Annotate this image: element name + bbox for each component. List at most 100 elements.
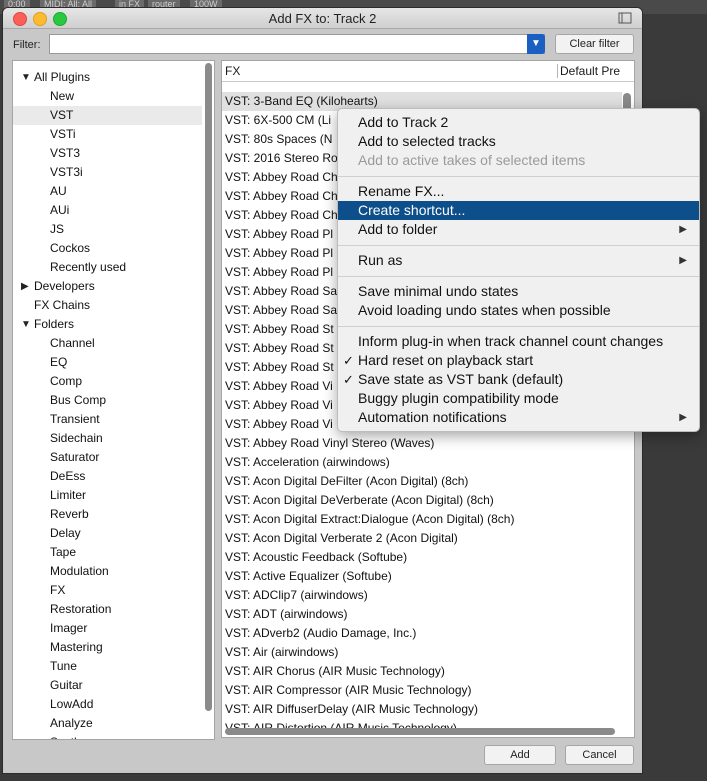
tree-item-label: Recently used (50, 260, 127, 274)
fx-list-row[interactable]: VST: Acon Digital DeVerberate (Acon Digi… (222, 491, 622, 510)
filter-label: Filter: (13, 39, 41, 51)
fx-list-row[interactable]: VST: Acon Digital DeFilter (Acon Digital… (222, 472, 622, 491)
menu-item[interactable]: ✓ Save state as VST bank (default) (338, 370, 699, 389)
tree-item[interactable]: Tape (13, 543, 202, 562)
column-header-default-preset[interactable]: Default Pre (560, 61, 632, 81)
tree-item[interactable]: ▼ All Plugins (13, 68, 202, 87)
tree-item[interactable]: FX Chains (13, 296, 202, 315)
tree-scrollbar-thumb[interactable] (205, 63, 212, 711)
tree-item[interactable]: New (13, 87, 202, 106)
tree-item[interactable]: ▶ Developers (13, 277, 202, 296)
tree-item-label: Transient (50, 412, 100, 426)
tree-item[interactable]: VST (13, 106, 202, 125)
menu-item-label: Add to active takes of selected items (358, 152, 586, 168)
tree-item[interactable]: Bus Comp (13, 391, 202, 410)
category-tree: ▼ All Plugins New VST VSTi VST3 VST3i AU AUi JS Co… (12, 60, 215, 740)
tree-item-label: VST (50, 108, 74, 122)
tree-item[interactable]: VST3 (13, 144, 202, 163)
fx-list-row[interactable]: VST: ADverb2 (Audio Damage, Inc.) (222, 624, 622, 643)
menu-item[interactable]: Inform plug-in when track channel count … (338, 332, 699, 351)
tree-item-label: Channel (50, 336, 95, 350)
tree-item[interactable]: DeEss (13, 467, 202, 486)
tree-item[interactable]: Tune (13, 657, 202, 676)
menu-item[interactable]: ✓ Hard reset on playback start (338, 351, 699, 370)
tree-item-label: Comp (50, 374, 83, 388)
cancel-button[interactable]: Cancel (565, 745, 634, 765)
fx-list-row[interactable]: VST: Acon Digital Verberate 2 (Acon Digi… (222, 529, 622, 548)
tree-item[interactable]: Recently used (13, 258, 202, 277)
menu-item[interactable]: Automation notifications ▶ (338, 408, 699, 427)
fx-list-header: FX Default Pre (222, 61, 634, 82)
tree-item[interactable]: Mastering (13, 638, 202, 657)
tree-item[interactable]: JS (13, 220, 202, 239)
tree-item[interactable]: Cockos (13, 239, 202, 258)
chevron-down-icon: ▼ (531, 38, 541, 49)
menu-item[interactable]: Buggy plugin compatibility mode (338, 389, 699, 408)
menu-item-label: Run as (358, 252, 403, 268)
tree-item-label: Bus Comp (50, 393, 107, 407)
fx-list-row[interactable]: VST: Active Equalizer (Softube) (222, 567, 622, 586)
expanded-arrow-icon[interactable]: ▼ (21, 68, 31, 87)
menu-item[interactable]: Rename FX... (338, 182, 699, 201)
column-divider[interactable] (557, 64, 558, 78)
fx-list-row[interactable]: VST: Acon Digital Extract:Dialogue (Acon… (222, 510, 622, 529)
tree-item[interactable]: Transient (13, 410, 202, 429)
filter-input[interactable] (49, 34, 545, 54)
collapsed-arrow-icon[interactable]: ▶ (21, 277, 29, 296)
menu-item[interactable]: Add to folder ▶ (338, 220, 699, 239)
tree-item[interactable]: LowAdd (13, 695, 202, 714)
menu-item-label: Avoid loading undo states when possible (358, 302, 611, 318)
tree-item-label: VSTi (50, 127, 76, 141)
fx-list-row[interactable]: VST: AIR Compressor (AIR Music Technolog… (222, 681, 622, 700)
fx-list-row[interactable]: VST: Acoustic Feedback (Softube) (222, 548, 622, 567)
fx-list-row[interactable]: VST: AIR Chorus (AIR Music Technology) (222, 662, 622, 681)
tree-item[interactable]: FX (13, 581, 202, 600)
fx-list-row[interactable]: VST: AIR DiffuserDelay (AIR Music Techno… (222, 700, 622, 719)
column-header-fx[interactable]: FX (225, 61, 240, 81)
tree-item[interactable]: Saturator (13, 448, 202, 467)
tree-item[interactable]: Channel (13, 334, 202, 353)
window-options-icon[interactable] (618, 12, 632, 24)
tree-item[interactable]: VST3i (13, 163, 202, 182)
fx-list-row[interactable]: VST: Abbey Road Vinyl Stereo (Waves) (222, 434, 622, 453)
tree-item[interactable]: Sidechain (13, 429, 202, 448)
menu-item[interactable]: Run as ▶ (338, 251, 699, 270)
tree-item[interactable]: Guitar (13, 676, 202, 695)
fx-list-horizontal-scroll-thumb[interactable] (225, 728, 615, 735)
tree-item-label: Tune (50, 659, 77, 673)
tree-item-label: Folders (34, 317, 75, 331)
tree-item[interactable]: AU (13, 182, 202, 201)
tree-item-label: Mastering (50, 640, 103, 654)
tree-item[interactable]: Synth (13, 733, 202, 739)
submenu-arrow-icon: ▶ (679, 255, 687, 266)
menu-item[interactable]: Avoid loading undo states when possible (338, 301, 699, 320)
tree-scrollbar[interactable] (205, 63, 212, 737)
tree-item-label: Analyze (50, 716, 93, 730)
tree-item[interactable]: Limiter (13, 486, 202, 505)
tree-item[interactable]: ▼ Folders (13, 315, 202, 334)
tree-item[interactable]: EQ (13, 353, 202, 372)
menu-item[interactable]: Add to selected tracks (338, 132, 699, 151)
tree-item[interactable]: Restoration (13, 600, 202, 619)
tree-item[interactable]: Delay (13, 524, 202, 543)
clear-filter-button[interactable]: Clear filter (555, 34, 634, 54)
fx-list-row[interactable]: VST: ADClip7 (airwindows) (222, 586, 622, 605)
filter-history-dropdown[interactable]: ▼ (527, 34, 545, 54)
expanded-arrow-icon[interactable]: ▼ (21, 315, 31, 334)
fx-list-row[interactable]: VST: ADT (airwindows) (222, 605, 622, 624)
tree-item[interactable]: Comp (13, 372, 202, 391)
tree-item-label: Developers (34, 279, 95, 293)
tree-item[interactable]: Imager (13, 619, 202, 638)
fx-list-row[interactable]: VST: Air (airwindows) (222, 643, 622, 662)
add-button[interactable]: Add (484, 745, 556, 765)
tree-item[interactable]: Modulation (13, 562, 202, 581)
tree-item[interactable]: VSTi (13, 125, 202, 144)
menu-item[interactable]: Add to Track 2 (338, 113, 699, 132)
tree-item[interactable]: AUi (13, 201, 202, 220)
tree-item[interactable]: Reverb (13, 505, 202, 524)
tree-item-label: EQ (50, 355, 68, 369)
menu-item[interactable]: Create shortcut... (338, 201, 699, 220)
menu-item[interactable]: Save minimal undo states (338, 282, 699, 301)
fx-list-row[interactable]: VST: Acceleration (airwindows) (222, 453, 622, 472)
tree-item[interactable]: Analyze (13, 714, 202, 733)
